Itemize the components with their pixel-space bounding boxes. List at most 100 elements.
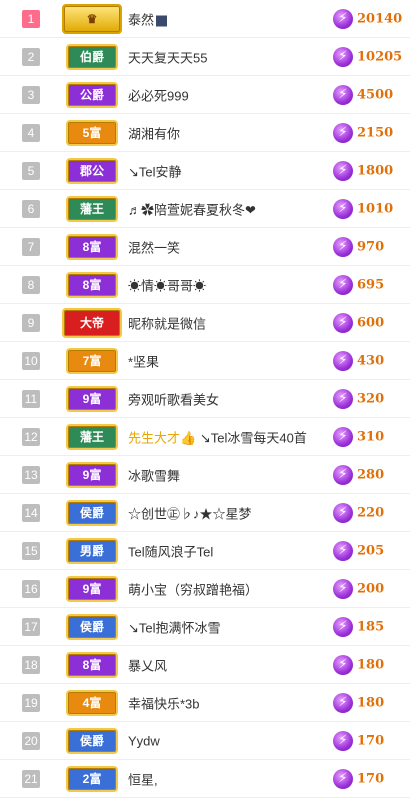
rank-number: 19 bbox=[22, 693, 40, 712]
lightning-icon: ⚡ bbox=[333, 616, 353, 637]
user-name[interactable]: 暴乂风 bbox=[128, 655, 167, 674]
rank-number: 7 bbox=[22, 237, 40, 256]
score-value: 180 bbox=[357, 695, 385, 710]
user-name[interactable]: 泰然 bbox=[128, 9, 168, 28]
user-name-text: 萌小宝（穷叔蹭艳福） bbox=[128, 582, 259, 597]
lightning-icon: ⚡ bbox=[333, 388, 353, 409]
score-value: 600 bbox=[357, 315, 385, 330]
score-value: 4500 bbox=[357, 87, 394, 102]
score-value: 200 bbox=[357, 581, 385, 596]
user-name-text: 湖湘有你 bbox=[128, 126, 181, 141]
user-name[interactable]: 冰歌雪舞 bbox=[128, 465, 180, 484]
lightning-icon: ⚡ bbox=[333, 8, 353, 29]
list-item[interactable]: 3 公爵 必必死999 ⚡ 4500 bbox=[0, 76, 410, 114]
user-name[interactable]: 旁观听歌看美女 bbox=[128, 389, 219, 408]
lightning-icon: ⚡ bbox=[333, 692, 353, 713]
user-name[interactable]: ☆创世㊣♭♪★☆星梦 bbox=[128, 503, 252, 522]
score-value: 1010 bbox=[357, 201, 394, 216]
score-value: 220 bbox=[357, 505, 385, 520]
user-name[interactable]: 幸福快乐*3b bbox=[128, 693, 200, 712]
rank-number: 16 bbox=[22, 579, 40, 598]
score-value: 970 bbox=[357, 239, 385, 254]
score-value: 20140 bbox=[357, 11, 403, 26]
user-name-text: 冰歌雪舞 bbox=[128, 468, 181, 483]
lightning-icon: ⚡ bbox=[333, 274, 353, 295]
list-item[interactable]: 11 9富 旁观听歌看美女 ⚡ 320 bbox=[0, 380, 410, 418]
rank-badge: 公爵 bbox=[66, 81, 118, 108]
user-name[interactable]: 混然一笑 bbox=[128, 237, 180, 256]
score-value: 320 bbox=[357, 391, 385, 406]
user-name[interactable]: 萌小宝（穷叔蹭艳福） bbox=[128, 579, 258, 598]
rank-number: 15 bbox=[22, 541, 40, 560]
score-value: 280 bbox=[357, 467, 385, 482]
rank-number: 6 bbox=[22, 199, 40, 218]
lightning-icon: ⚡ bbox=[333, 350, 353, 371]
list-item[interactable]: 16 9富 萌小宝（穷叔蹭艳福） ⚡ 200 bbox=[0, 570, 410, 608]
list-item[interactable]: 21 2富 恒星, ⚡ 170 bbox=[0, 760, 410, 798]
score-value: 170 bbox=[357, 733, 385, 748]
rank-badge: 藩王 bbox=[66, 195, 118, 222]
list-item[interactable]: 15 男爵 Tel随风浪子Tel ⚡ 205 bbox=[0, 532, 410, 570]
list-item[interactable]: 8 8富 ☀情☀哥哥☀ ⚡ 695 bbox=[0, 266, 410, 304]
user-name-text: 昵称就是微信 bbox=[128, 316, 207, 331]
user-name[interactable]: *坚果 bbox=[128, 351, 159, 370]
rank-number: 21 bbox=[22, 769, 40, 788]
crown-badge-icon: ♛ bbox=[62, 3, 122, 34]
user-name-text: 恒星, bbox=[128, 772, 158, 787]
user-name[interactable]: 天天复天天55 bbox=[128, 47, 207, 66]
list-item[interactable]: 7 8富 混然一笑 ⚡ 970 bbox=[0, 228, 410, 266]
user-name[interactable]: ♬✿陪萱妮春夏秋冬❤ bbox=[128, 199, 256, 218]
lightning-icon: ⚡ bbox=[333, 730, 353, 751]
rank-number: 5 bbox=[22, 161, 40, 180]
lightning-icon: ⚡ bbox=[333, 122, 353, 143]
user-name-text: Tel随风浪子Tel bbox=[128, 544, 214, 559]
list-item[interactable]: 6 藩王 ♬✿陪萱妮春夏秋冬❤ ⚡ 1010 bbox=[0, 190, 410, 228]
list-item[interactable]: 14 侯爵 ☆创世㊣♭♪★☆星梦 ⚡ 220 bbox=[0, 494, 410, 532]
user-name-text: 必必死999 bbox=[128, 88, 189, 103]
lightning-icon: ⚡ bbox=[333, 464, 353, 485]
lightning-icon: ⚡ bbox=[333, 46, 353, 67]
user-name[interactable]: Yydw bbox=[128, 733, 160, 748]
user-name-text: 天天复天天55 bbox=[128, 50, 208, 65]
list-item[interactable]: 1 ♛ 泰然 ⚡ 20140 bbox=[0, 0, 410, 38]
lightning-icon: ⚡ bbox=[333, 578, 353, 599]
score-value: 310 bbox=[357, 429, 385, 444]
list-item[interactable]: 10 7富 *坚果 ⚡ 430 bbox=[0, 342, 410, 380]
rank-number: 8 bbox=[22, 275, 40, 294]
list-item[interactable]: 12 藩王 先生大才👍 ↘Tel冰雪每天40首 ⚡ 310 bbox=[0, 418, 410, 456]
list-item[interactable]: 2 伯爵 天天复天天55 ⚡ 10205 bbox=[0, 38, 410, 76]
user-name[interactable]: ↘Tel抱满怀冰雪 bbox=[128, 617, 221, 636]
list-item[interactable]: 20 侯爵 Yydw ⚡ 170 bbox=[0, 722, 410, 760]
rank-number: 11 bbox=[22, 389, 40, 408]
user-name-text: 旁观听歌看美女 bbox=[128, 392, 220, 407]
list-item[interactable]: 9 大帝 昵称就是微信 ⚡ 600 bbox=[0, 304, 410, 342]
list-item[interactable]: 19 4富 幸福快乐*3b ⚡ 180 bbox=[0, 684, 410, 722]
user-name[interactable]: Tel随风浪子Tel bbox=[128, 541, 213, 560]
list-item[interactable]: 18 8富 暴乂风 ⚡ 180 bbox=[0, 646, 410, 684]
user-name-tail: ↘Tel冰雪每天40首 bbox=[199, 430, 307, 445]
user-name[interactable]: 先生大才👍 ↘Tel冰雪每天40首 bbox=[128, 427, 307, 446]
rank-badge: 郡公 bbox=[66, 157, 118, 184]
rank-number: 18 bbox=[22, 655, 40, 674]
rank-number: 20 bbox=[22, 731, 40, 750]
user-name[interactable]: 恒星, bbox=[128, 769, 158, 788]
list-item[interactable]: 13 9富 冰歌雪舞 ⚡ 280 bbox=[0, 456, 410, 494]
rank-number: 9 bbox=[22, 313, 40, 332]
rank-badge: 侯爵 bbox=[66, 499, 118, 526]
user-name[interactable]: ↘Tel安静 bbox=[128, 161, 182, 180]
user-name[interactable]: 湖湘有你 bbox=[128, 123, 180, 142]
score-value: 10205 bbox=[357, 49, 403, 64]
user-name-text: 幸福快乐*3b bbox=[128, 696, 200, 711]
list-item[interactable]: 17 侯爵 ↘Tel抱满怀冰雪 ⚡ 185 bbox=[0, 608, 410, 646]
rank-badge: 7富 bbox=[66, 347, 118, 374]
user-name[interactable]: 昵称就是微信 bbox=[128, 313, 206, 332]
thumbs-up-icon: 👍 bbox=[180, 430, 200, 445]
list-item[interactable]: 4 5富 湖湘有你 ⚡ 2150 bbox=[0, 114, 410, 152]
user-name[interactable]: ☀情☀哥哥☀ bbox=[128, 275, 206, 294]
rank-badge: 侯爵 bbox=[66, 727, 118, 754]
rank-number: 2 bbox=[22, 47, 40, 66]
user-name[interactable]: 必必死999 bbox=[128, 85, 189, 104]
list-item[interactable]: 5 郡公 ↘Tel安静 ⚡ 1800 bbox=[0, 152, 410, 190]
score-value: 1800 bbox=[357, 163, 394, 178]
rank-badge: 侯爵 bbox=[66, 613, 118, 640]
